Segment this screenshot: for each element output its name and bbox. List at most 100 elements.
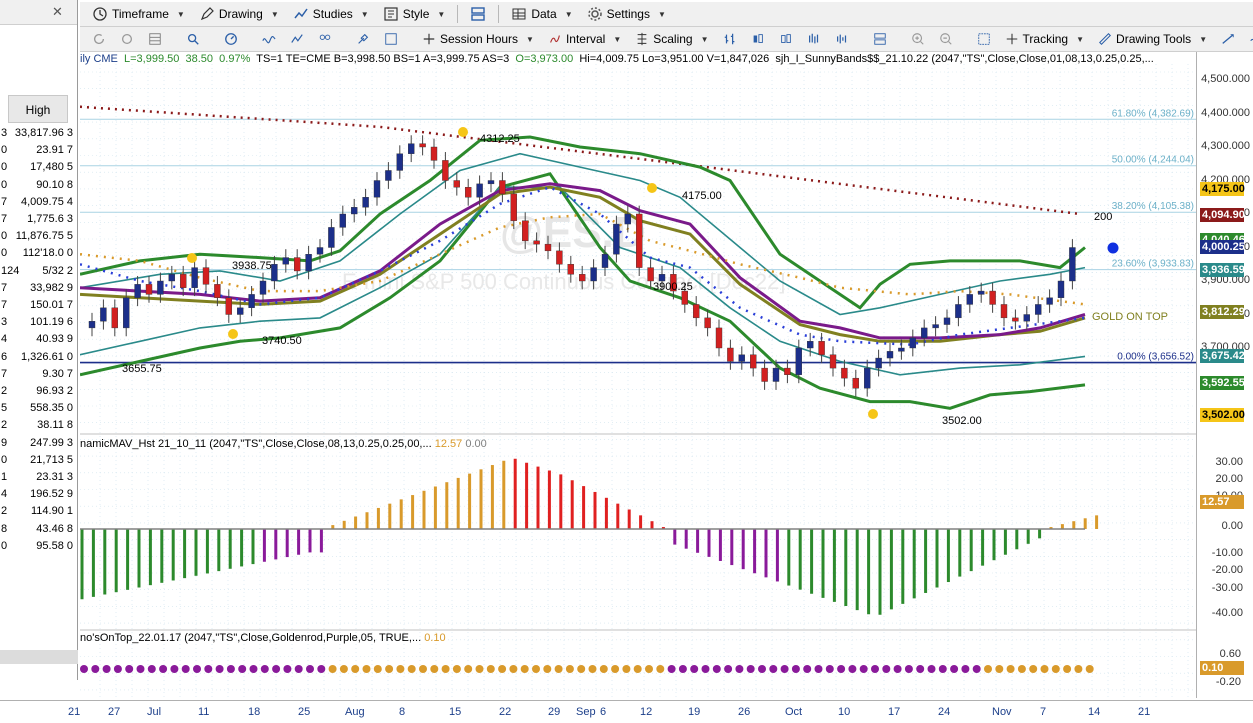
quote-row[interactable]: 5 558.35 0 xyxy=(0,402,78,419)
candle-body xyxy=(88,321,96,329)
indicator-button-2[interactable] xyxy=(284,29,310,50)
date-axis[interactable]: 21 27 Jul 11 18 25 Aug 8 15 22 29 Sep 6 12 19 26 Oct 10 17… xyxy=(0,700,1253,723)
scaling-menu[interactable]: Scaling ▼ xyxy=(629,29,714,50)
momentum-dot xyxy=(452,665,461,673)
link-button[interactable] xyxy=(114,29,140,50)
ohlc-bars-icon xyxy=(724,33,734,45)
momentum-dot xyxy=(464,665,473,673)
candle-body xyxy=(624,213,631,225)
quote-row-high: 21,713 5 xyxy=(30,453,73,466)
quote-row[interactable]: 4 196.52 9 xyxy=(0,488,78,505)
quote-row[interactable]: 0 11,876.75 5 xyxy=(0,230,78,247)
momentum-dot xyxy=(80,665,88,673)
quote-row[interactable]: 0 95.58 0 xyxy=(0,540,78,557)
price-chart[interactable]: @ES.D E-mini S&P 500 Continuous Contract … xyxy=(80,52,1196,698)
quote-row[interactable]: 4 40.93 9 xyxy=(0,333,78,350)
momentum-dot xyxy=(475,665,484,673)
swing-point-dot xyxy=(647,183,657,193)
price-flag: 3,592.55 xyxy=(1200,376,1245,390)
price-axis[interactable]: 4,500.0004,400.0004,300.0004,200.0004,10… xyxy=(1196,52,1253,698)
zoom-in-button[interactable] xyxy=(905,29,931,50)
quote-row[interactable]: 0 112'18.0 0 xyxy=(0,247,78,264)
layout-button[interactable] xyxy=(464,4,492,25)
quote-row[interactable]: 1 23.31 3 xyxy=(0,471,78,488)
hollow-candle-button[interactable] xyxy=(773,29,799,50)
data-menu[interactable]: Data ▼ xyxy=(505,4,578,25)
quote-row[interactable]: 0 90.10 8 xyxy=(0,179,78,196)
style-menu[interactable]: Style ▼ xyxy=(377,4,452,25)
clock-icon xyxy=(93,7,107,21)
dot-chart-button[interactable] xyxy=(801,29,827,50)
quote-row[interactable]: 3 101.19 6 xyxy=(0,316,78,333)
pencil-icon xyxy=(200,7,214,21)
speedometer-button[interactable] xyxy=(218,29,244,50)
horizontal-scrollbar[interactable] xyxy=(0,650,78,664)
trendline-button[interactable] xyxy=(1215,29,1241,50)
momentum-dot xyxy=(984,665,992,673)
quote-row[interactable]: 9 247.99 3 xyxy=(0,437,78,454)
quote-row[interactable]: 0 23.91 7 xyxy=(0,144,78,161)
timeframe-menu[interactable]: Timeframe ▼ xyxy=(86,4,191,25)
studies-menu[interactable]: Studies ▼ xyxy=(287,4,375,25)
quote-row[interactable]: 2 38.11 8 xyxy=(0,419,78,436)
histogram-zero-value: 0.00 xyxy=(465,438,487,450)
quote-row[interactable]: 7 4,009.75 4 xyxy=(0,196,78,213)
momentum-dot xyxy=(509,665,518,673)
bars-compact-button[interactable] xyxy=(829,29,855,50)
date-tick-label: 15 xyxy=(449,706,462,718)
quote-row-high: 247.99 3 xyxy=(30,436,73,449)
quote-row[interactable]: 7 1,775.6 3 xyxy=(0,213,78,230)
momentum-dot xyxy=(645,665,653,673)
candle-body xyxy=(658,274,666,282)
grid-toggle-button[interactable] xyxy=(971,29,997,50)
refresh-button[interactable] xyxy=(86,29,112,50)
indicator-button-1[interactable] xyxy=(256,29,282,50)
bar-chart-type-button[interactable] xyxy=(717,29,743,50)
momentum-dot xyxy=(1017,665,1026,673)
candle-body xyxy=(784,367,791,376)
grid-icon xyxy=(149,33,161,45)
quote-row[interactable]: 7 9.30 7 xyxy=(0,368,78,385)
candle-body xyxy=(1035,304,1042,315)
quote-row[interactable]: 0 21,713 5 xyxy=(0,454,78,471)
tracking-menu[interactable]: Tracking ▼ xyxy=(999,29,1091,50)
close-icon[interactable]: ✕ xyxy=(52,4,63,20)
quote-row[interactable]: 8 43.46 8 xyxy=(0,523,78,540)
indicator-button-3[interactable] xyxy=(312,29,338,50)
candle-body xyxy=(123,297,130,329)
candle-chart-type-button[interactable] xyxy=(745,29,771,50)
more-tools-button[interactable]: ▼ xyxy=(1243,29,1253,50)
find-button[interactable] xyxy=(180,29,206,50)
grid-button[interactable] xyxy=(142,29,168,50)
quote-row[interactable]: 0 17,480 5 xyxy=(0,161,78,178)
quote-row[interactable]: 2 114.90 1 xyxy=(0,505,78,522)
momentum-dot xyxy=(1051,665,1060,673)
quote-row[interactable]: 6 1,326.61 0 xyxy=(0,351,78,368)
quote-row-high: 112'18.0 0 xyxy=(22,247,73,260)
quote-row[interactable]: 2 96.93 2 xyxy=(0,385,78,402)
session-hours-menu[interactable]: Session Hours ▼ xyxy=(416,29,540,50)
column-header-high[interactable]: High xyxy=(8,95,68,123)
quote-row[interactable]: 124 5/32 2 xyxy=(0,265,78,282)
quote-row[interactable]: 7 33,982 9 xyxy=(0,282,78,299)
split-view-button[interactable] xyxy=(867,29,893,50)
candle-body xyxy=(351,207,358,215)
quote-row-left: 9 xyxy=(1,436,8,449)
date-tick-label: 22 xyxy=(499,706,512,718)
quote-row-high: 101.19 6 xyxy=(30,316,73,329)
main-toolbar: Timeframe ▼ Drawing ▼ Studies ▼ Style ▼ Data… xyxy=(80,2,1253,27)
drawing-menu[interactable]: Drawing ▼ xyxy=(193,4,285,25)
format-button[interactable] xyxy=(350,29,376,50)
drawing-tools-menu[interactable]: Drawing Tools ▼ xyxy=(1092,29,1213,50)
momentum-dot xyxy=(667,665,676,673)
histogram-tick-label: -10.00 xyxy=(1211,547,1243,559)
zoom-out-button[interactable] xyxy=(933,29,959,50)
quote-row[interactable]: 3 33,817.96 3 xyxy=(0,127,78,144)
link-icon xyxy=(121,33,133,45)
interval-menu[interactable]: Interval ▼ xyxy=(542,29,627,50)
date-tick-label: Aug xyxy=(345,706,365,718)
date-tick-label: 6 xyxy=(600,706,607,718)
quote-row[interactable]: 7 150.01 7 xyxy=(0,299,78,316)
properties-button[interactable] xyxy=(378,29,404,50)
settings-menu[interactable]: Settings ▼ xyxy=(581,4,672,25)
